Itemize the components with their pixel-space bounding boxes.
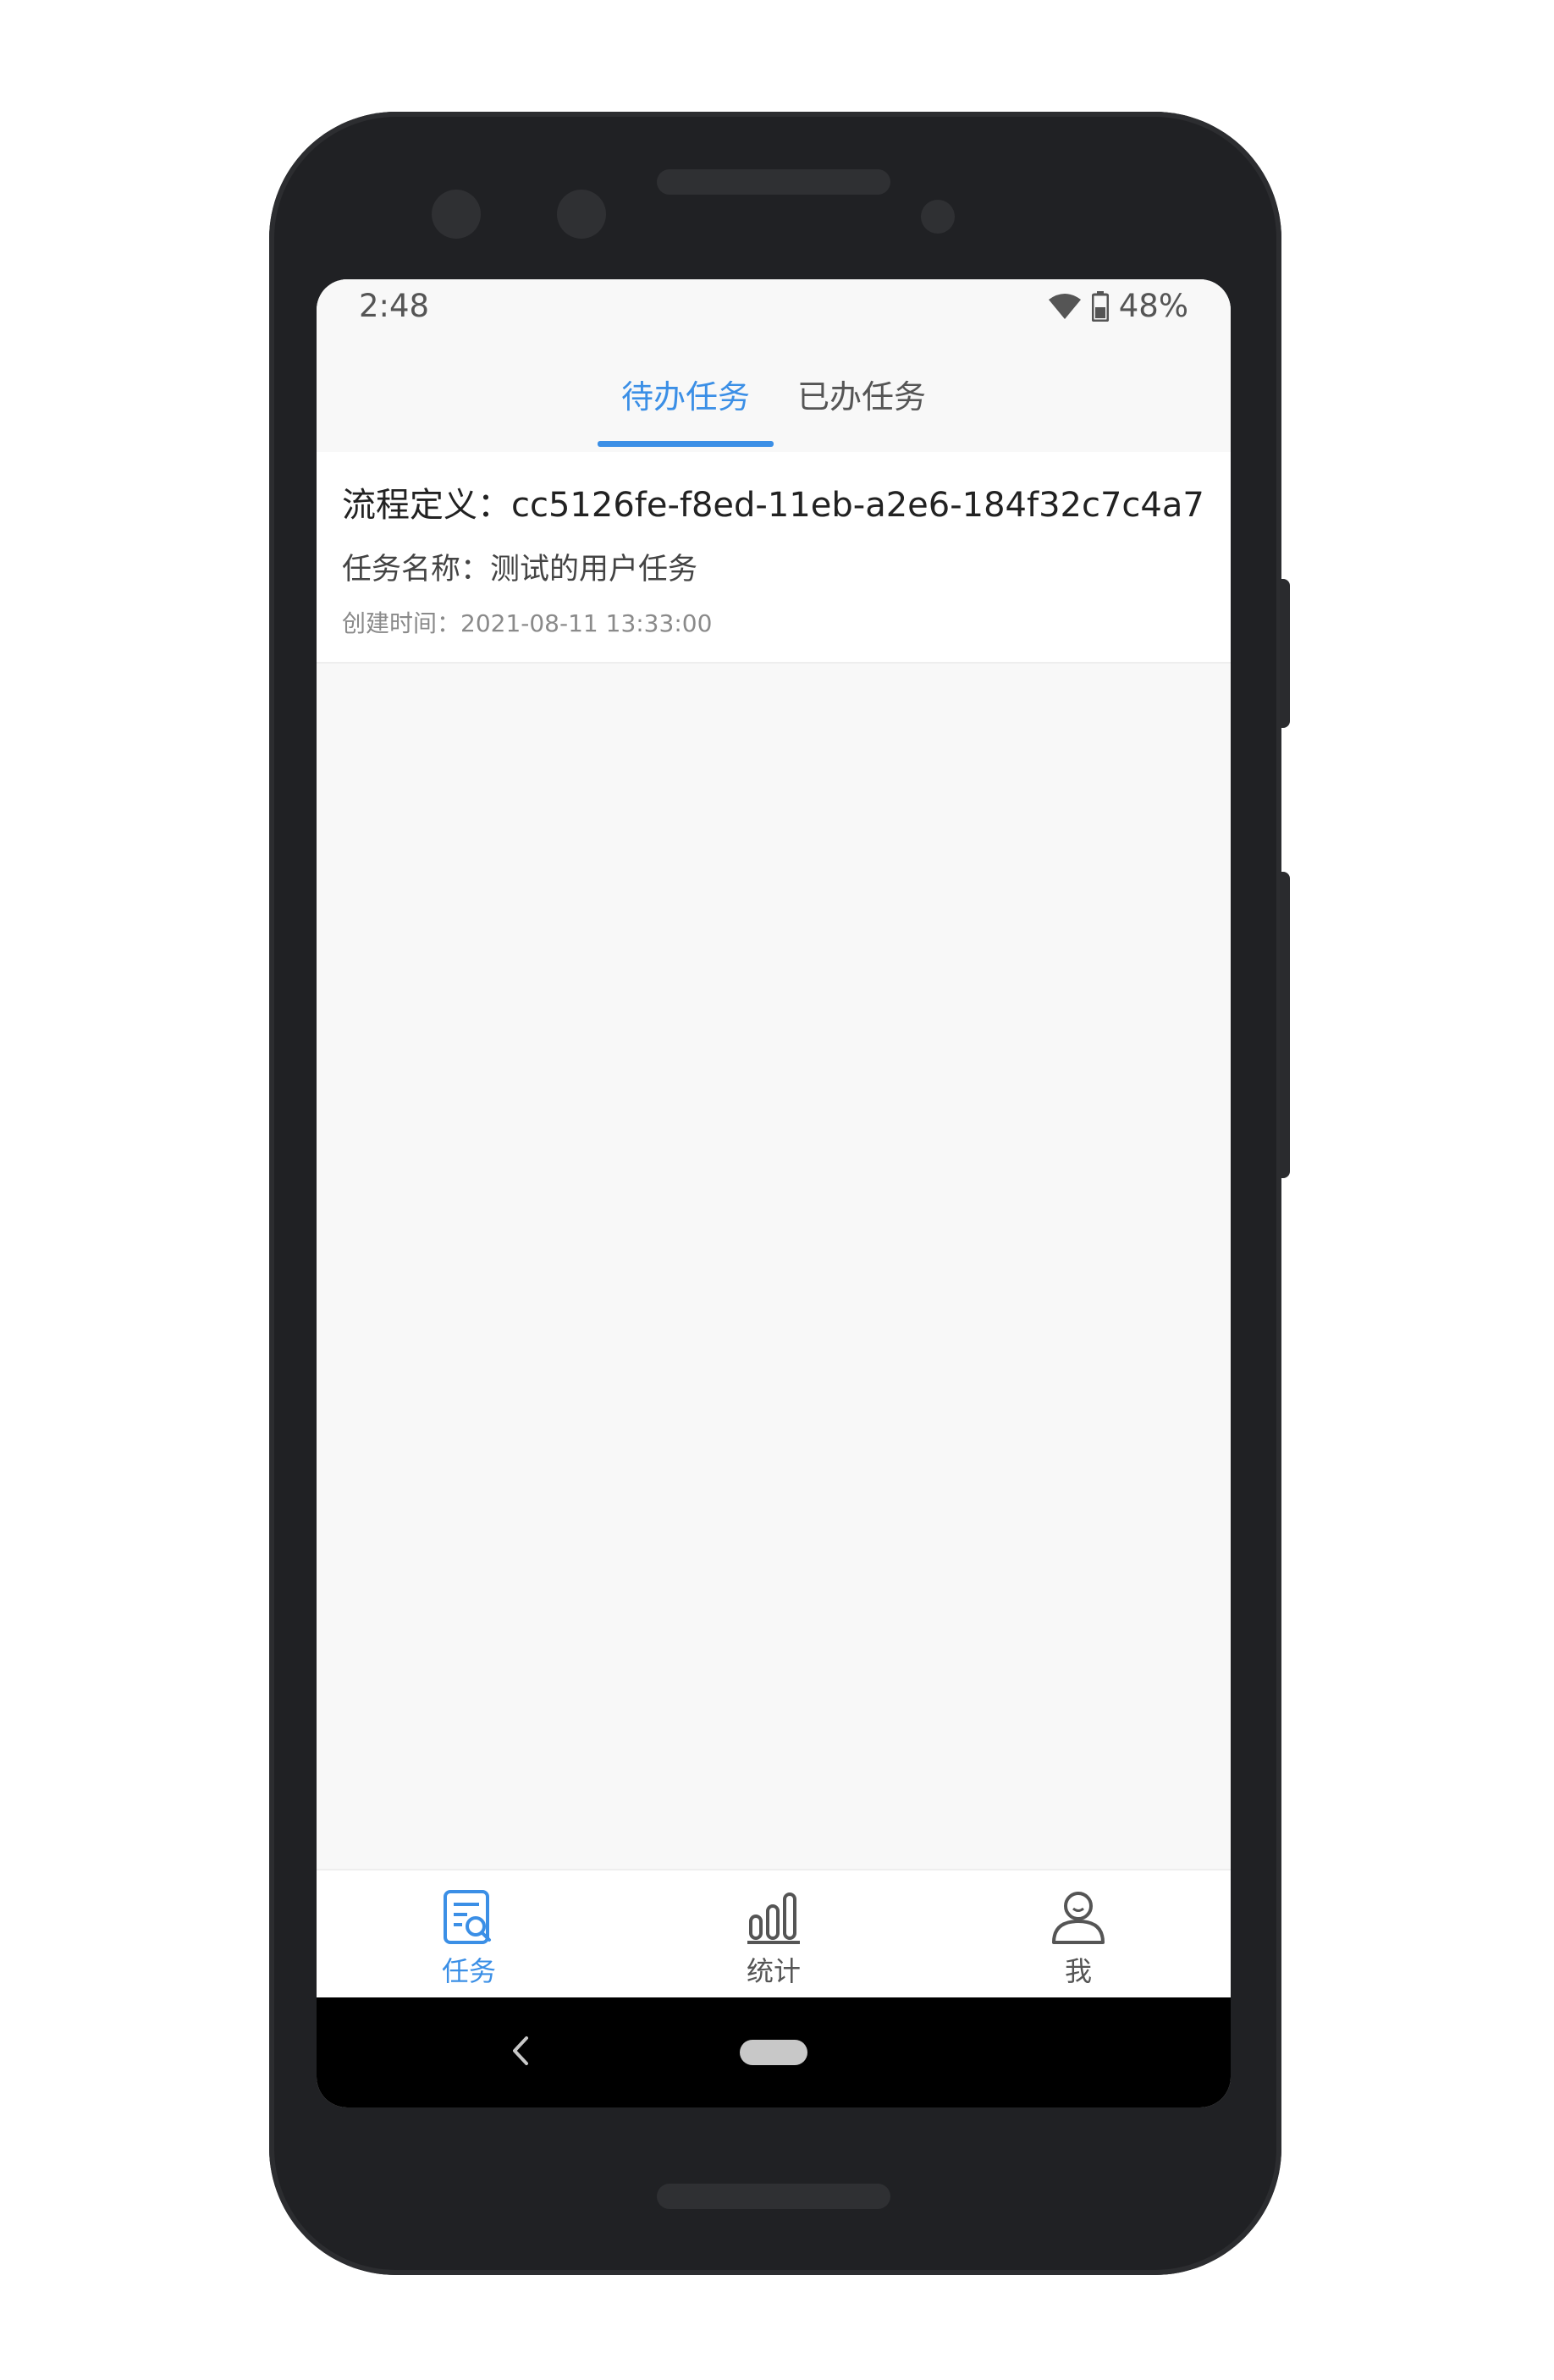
active-tab-indicator	[597, 441, 774, 447]
back-icon[interactable]	[504, 2030, 538, 2072]
tab-label: 待办任务	[620, 378, 750, 416]
task-list: 流程定义：cc5126fe-f8ed-11eb-a2e6-184f32c7c4a…	[317, 452, 1231, 664]
bottom-speaker	[657, 2184, 890, 2209]
task-search-icon	[442, 1889, 496, 1945]
nav-label: 任务	[441, 1955, 496, 1987]
wifi-icon	[1048, 293, 1082, 320]
front-camera-2	[557, 190, 606, 239]
process-definition: 流程定义：cc5126fe-f8ed-11eb-a2e6-184f32c7c4a…	[342, 486, 1204, 525]
status-bar: 2:48 48%	[317, 279, 1231, 340]
nav-label: 我	[1064, 1955, 1092, 1987]
status-icons: 48%	[1048, 288, 1188, 324]
battery-percent: 48%	[1118, 288, 1188, 324]
task-name: 任务名称：测试的用户任务	[342, 553, 698, 587]
nav-label: 统计	[746, 1955, 801, 1987]
tab-label: 已办任务	[797, 378, 927, 416]
volume-button	[1280, 872, 1290, 1178]
nav-item-me[interactable]: 我	[926, 1870, 1231, 1999]
task-tabs: 待办任务 已办任务	[317, 340, 1231, 452]
power-button	[1280, 579, 1290, 728]
bottom-navigation: 任务 统计 我	[317, 1869, 1231, 1999]
front-camera	[432, 190, 481, 239]
list-item[interactable]: 流程定义：cc5126fe-f8ed-11eb-a2e6-184f32c7c4a…	[317, 452, 1231, 664]
proximity-sensor	[921, 200, 955, 234]
system-navigation-bar	[317, 1997, 1231, 2107]
created-time: 创建时间：2021-08-11 13:33:00	[342, 609, 713, 637]
app-screen: 2:48 48% 待办任务 已办任务 流程定义：cc5126fe-f8ed-11…	[317, 279, 1231, 2107]
tab-completed-tasks[interactable]: 已办任务	[797, 340, 926, 421]
nav-item-tasks[interactable]: 任务	[317, 1870, 621, 1999]
user-icon	[1050, 1889, 1106, 1945]
bar-chart-icon	[746, 1889, 802, 1945]
nav-item-statistics[interactable]: 统计	[621, 1870, 926, 1999]
status-time: 2:48	[359, 288, 430, 324]
earpiece-speaker	[657, 169, 890, 195]
battery-icon	[1091, 290, 1109, 322]
tab-pending-tasks[interactable]: 待办任务	[597, 340, 774, 447]
home-pill-button[interactable]	[740, 2040, 807, 2065]
